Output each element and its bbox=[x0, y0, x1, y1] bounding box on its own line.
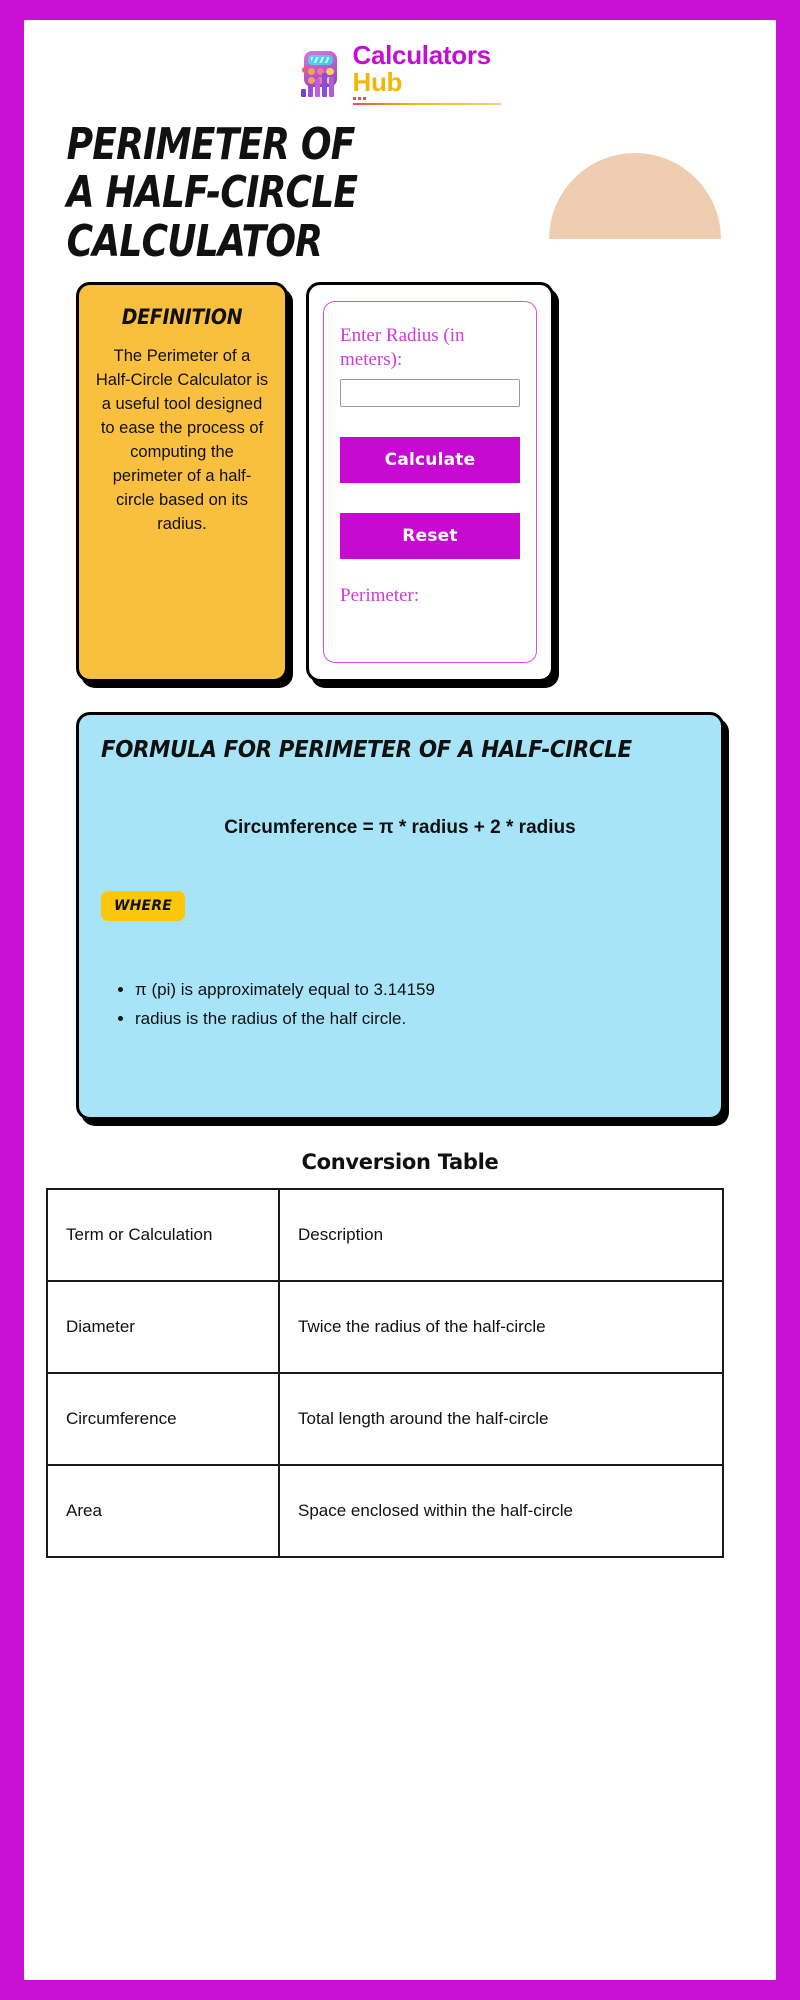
formula-heading: Formula for Perimeter of a Half-Circle bbox=[101, 737, 632, 764]
infographic-page: Calculators Hub Perimeter of a Half-Circ… bbox=[24, 20, 776, 1980]
brand-name-line2: Hub bbox=[352, 67, 403, 97]
formula-card: Formula for Perimeter of a Half-Circle C… bbox=[76, 712, 724, 1121]
table-cell-description: Space enclosed within the half-circle bbox=[278, 1464, 724, 1559]
page-title: Perimeter of a Half-Circle Calculator bbox=[66, 119, 358, 267]
logo-micro-dots bbox=[352, 97, 501, 100]
where-badge: Where bbox=[101, 891, 186, 922]
brand-logo: Calculators Hub bbox=[24, 20, 776, 105]
calculator-card: Enter Radius (in meters): Calculate Rese… bbox=[306, 282, 554, 683]
list-item: π (pi) is approximately equal to 3.14159 bbox=[135, 977, 699, 1003]
conversion-table-title: Conversion Table bbox=[301, 1150, 499, 1175]
definition-heading: Definition bbox=[121, 305, 243, 330]
table-row: Area Space enclosed within the half-circ… bbox=[46, 1464, 724, 1559]
table-header-row: Term or Calculation Description bbox=[46, 1188, 724, 1283]
table-cell-term: Area bbox=[46, 1464, 280, 1559]
calculate-button[interactable]: Calculate bbox=[340, 436, 520, 483]
list-item: radius is the radius of the half circle. bbox=[135, 1006, 699, 1032]
table-header-cell: Description bbox=[278, 1188, 724, 1283]
table-cell-term: Diameter bbox=[46, 1280, 280, 1375]
brand-name-line1: Calculators bbox=[352, 40, 492, 70]
radius-input-label: Enter Radius (in meters): bbox=[340, 325, 465, 370]
conversion-table: Term or Calculation Description Diameter… bbox=[46, 1188, 724, 1559]
hero-section: Perimeter of a Half-Circle Calculator bbox=[24, 105, 776, 266]
radius-input[interactable] bbox=[340, 378, 520, 407]
table-row: Circumference Total length around the ha… bbox=[46, 1372, 724, 1467]
definition-body: The Perimeter of a Half-Circle Calculato… bbox=[95, 347, 269, 533]
cards-row: Definition The Perimeter of a Half-Circl… bbox=[24, 266, 776, 683]
table-header-cell: Term or Calculation bbox=[46, 1188, 280, 1283]
table-cell-term: Circumference bbox=[46, 1372, 280, 1467]
perimeter-result-label: Perimeter: bbox=[340, 584, 420, 606]
table-cell-description: Twice the radius of the half-circle bbox=[278, 1280, 724, 1375]
half-circle-decoration-icon bbox=[549, 153, 721, 239]
table-cell-description: Total length around the half-circle bbox=[278, 1372, 724, 1467]
calculator-bars-logo-icon bbox=[300, 50, 346, 97]
table-row: Diameter Twice the radius of the half-ci… bbox=[46, 1280, 724, 1375]
formula-equation: Circumference = π * radius + 2 * radius bbox=[224, 817, 576, 839]
formula-bullet-list: π (pi) is approximately equal to 3.14159… bbox=[101, 977, 699, 1032]
definition-card: Definition The Perimeter of a Half-Circl… bbox=[76, 282, 288, 683]
reset-button[interactable]: Reset bbox=[340, 512, 520, 559]
